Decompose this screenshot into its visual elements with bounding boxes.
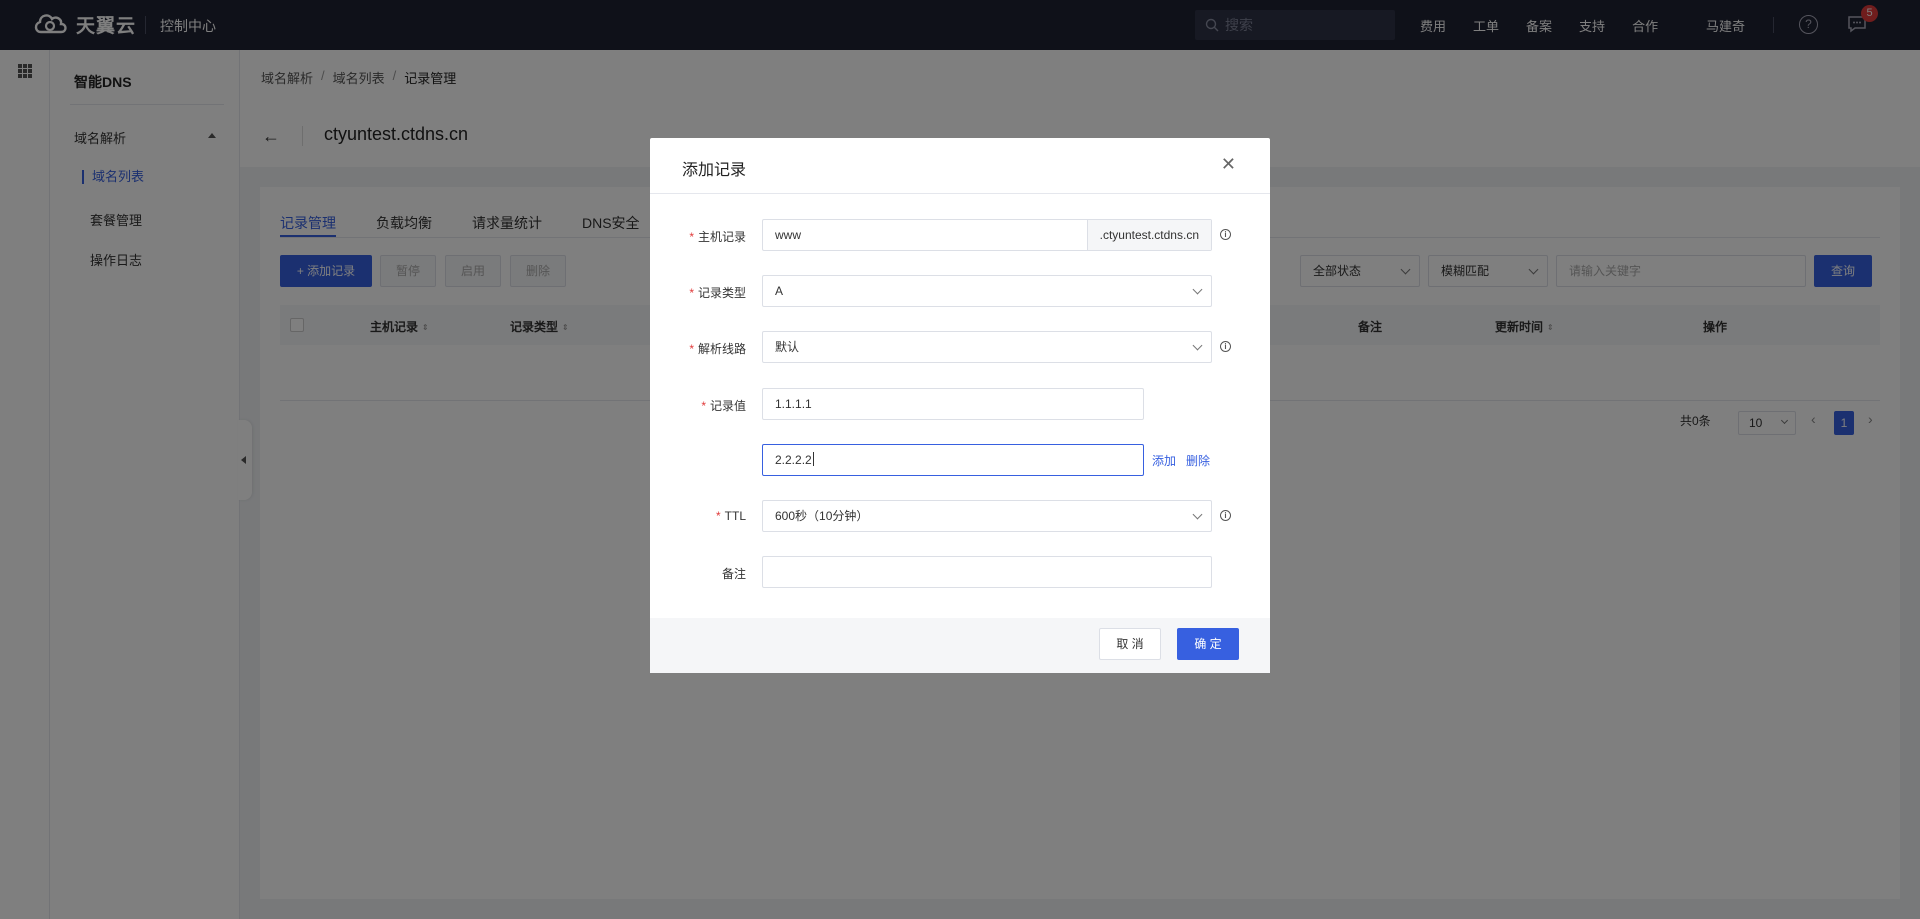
record-value-input[interactable]: 1.1.1.1: [762, 388, 1144, 420]
cancel-button[interactable]: 取 消: [1099, 628, 1161, 660]
host-record-value: www: [775, 228, 801, 242]
chevron-down-icon: [1192, 284, 1203, 295]
domain-suffix: .ctyuntest.ctdns.cn: [1086, 220, 1211, 250]
dialog-header-divider: [650, 193, 1270, 194]
text-cursor: [812, 452, 814, 466]
info-icon[interactable]: i: [1220, 341, 1231, 352]
info-icon[interactable]: i: [1220, 229, 1231, 240]
record-value-2: 2.2.2.2: [775, 453, 812, 467]
info-icon[interactable]: i: [1220, 510, 1231, 521]
ttl-label: * TTL: [715, 509, 746, 523]
required-mark: *: [689, 286, 694, 300]
required-mark: *: [689, 230, 694, 244]
remark-label: 备注: [721, 567, 746, 581]
record-value-input[interactable]: 2.2.2.2: [762, 444, 1144, 476]
ttl-value: 600秒（10分钟）: [775, 509, 869, 523]
record-value-label: * 记录值: [701, 399, 746, 413]
dialog-title: 添加记录: [682, 162, 747, 179]
required-mark: *: [715, 509, 721, 523]
add-record-dialog: 添加记录 ✕ * 主机记录 www .ctyuntest.ctdns.cn i *…: [650, 138, 1270, 673]
host-record-input[interactable]: www .ctyuntest.ctdns.cn: [762, 219, 1212, 251]
remark-input[interactable]: [762, 556, 1212, 588]
record-value-1: 1.1.1.1: [775, 397, 812, 411]
resolve-line-select[interactable]: 默认: [762, 331, 1212, 363]
required-mark: *: [701, 399, 706, 413]
record-type-label: * 记录类型: [689, 286, 746, 300]
chevron-down-icon: [1192, 509, 1203, 520]
record-type-value: A: [775, 284, 784, 298]
add-value-link[interactable]: 添加: [1152, 452, 1176, 469]
ttl-select[interactable]: 600秒（10分钟）: [762, 500, 1212, 532]
close-icon[interactable]: ✕: [1221, 154, 1236, 175]
delete-value-link[interactable]: 删除: [1186, 452, 1210, 469]
resolve-line-label: * 解析线路: [689, 342, 746, 356]
confirm-button[interactable]: 确 定: [1177, 628, 1239, 660]
required-mark: *: [689, 342, 694, 356]
record-type-select[interactable]: A: [762, 275, 1212, 307]
chevron-down-icon: [1192, 340, 1203, 351]
host-record-label: * 主机记录: [689, 230, 746, 244]
resolve-line-value: 默认: [775, 340, 800, 354]
